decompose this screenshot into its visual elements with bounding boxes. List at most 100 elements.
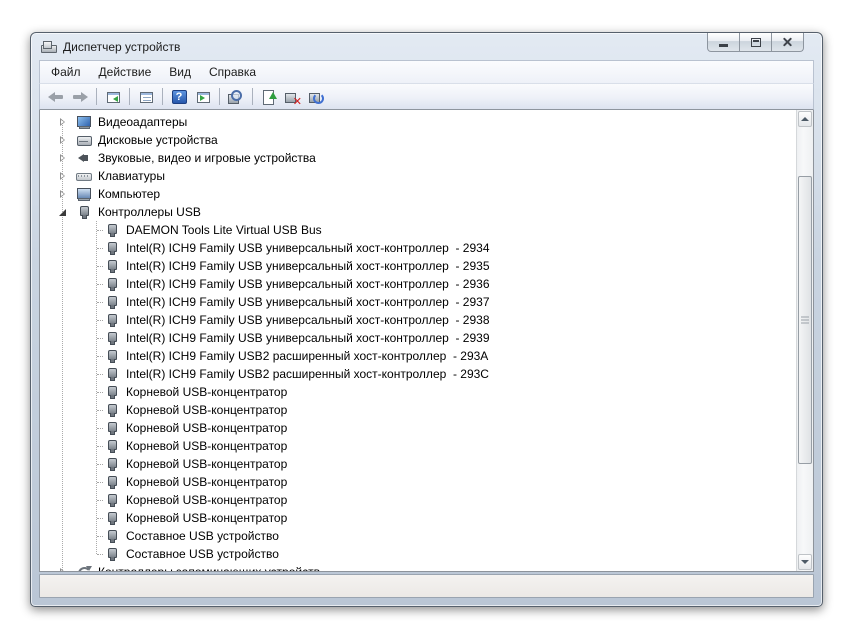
device-usb-composite-device[interactable]: Составное USB устройство xyxy=(40,527,813,545)
speaker-icon xyxy=(76,150,92,166)
window-client-area: ФайлДействиеВидСправка ? Видеоадаптеры Ди… xyxy=(39,60,814,606)
usb-device-icon xyxy=(104,312,120,328)
expander-collapsed-icon[interactable] xyxy=(56,187,70,201)
usb-device-icon xyxy=(104,330,120,346)
expander-collapsed-icon[interactable] xyxy=(56,565,70,571)
device-usb-root-hub[interactable]: Корневой USB-концентратор xyxy=(40,491,813,509)
device-tree: Видеоадаптеры Дисковые устройства Звуковые… xyxy=(40,113,813,572)
expander-collapsed-icon[interactable] xyxy=(56,133,70,147)
menu-item-action[interactable]: Действие xyxy=(90,61,161,83)
category-usb-controllers[interactable]: Контроллеры USB xyxy=(40,203,813,221)
tree-item-label: Intel(R) ICH9 Family USB универсальный х… xyxy=(126,313,490,327)
device-daemon-tools-virtual-usb-bus[interactable]: DAEMON Tools Lite Virtual USB Bus xyxy=(40,221,813,239)
maximize-button[interactable] xyxy=(739,33,772,52)
caption-buttons xyxy=(707,33,804,52)
vertical-scrollbar[interactable] xyxy=(796,110,813,571)
tree-item-label: Intel(R) ICH9 Family USB универсальный х… xyxy=(126,277,490,291)
device-usb-host-controller-2935[interactable]: Intel(R) ICH9 Family USB универсальный х… xyxy=(40,257,813,275)
category-disk-devices[interactable]: Дисковые устройства xyxy=(40,131,813,149)
device-usb-host-controller-2936[interactable]: Intel(R) ICH9 Family USB универсальный х… xyxy=(40,275,813,293)
device-usb-host-controller-2934[interactable]: Intel(R) ICH9 Family USB универсальный х… xyxy=(40,239,813,257)
device-usb-root-hub[interactable]: Корневой USB-концентратор xyxy=(40,473,813,491)
toolbar-separator xyxy=(162,88,163,105)
back-button[interactable] xyxy=(44,85,68,108)
window-title: Диспетчер устройств xyxy=(63,39,181,54)
status-bar xyxy=(39,574,814,598)
help-button[interactable]: ? xyxy=(167,85,191,108)
minimize-button[interactable] xyxy=(707,33,740,52)
menu-item-file[interactable]: Файл xyxy=(42,61,90,83)
device-usb2-host-controller-293C[interactable]: Intel(R) ICH9 Family USB2 расширенный хо… xyxy=(40,365,813,383)
category-computer[interactable]: Компьютер xyxy=(40,185,813,203)
usb-device-icon xyxy=(104,402,120,418)
usb-device-icon xyxy=(104,348,120,364)
expander-collapsed-icon[interactable] xyxy=(56,151,70,165)
category-video-adapters[interactable]: Видеоадаптеры xyxy=(40,113,813,131)
device-usb-root-hub[interactable]: Корневой USB-концентратор xyxy=(40,401,813,419)
scroll-up-button[interactable] xyxy=(798,111,812,127)
forward-button[interactable] xyxy=(68,85,92,108)
tree-item-label: Клавиатуры xyxy=(98,169,165,183)
usb-device-icon xyxy=(104,384,120,400)
storage-controller-icon xyxy=(76,564,92,571)
scan-devices-icon xyxy=(228,89,244,105)
export-list-button[interactable] xyxy=(191,85,215,108)
toolbar-separator xyxy=(129,88,130,105)
update-driver-button[interactable] xyxy=(257,85,281,108)
device-usb-host-controller-2939[interactable]: Intel(R) ICH9 Family USB универсальный х… xyxy=(40,329,813,347)
scroll-down-button[interactable] xyxy=(798,554,812,570)
usb-device-icon xyxy=(104,366,120,382)
expander-collapsed-icon[interactable] xyxy=(56,115,70,129)
scan-hardware-changes-icon xyxy=(309,89,325,105)
device-usb-root-hub[interactable]: Корневой USB-концентратор xyxy=(40,437,813,455)
minimize-icon xyxy=(719,44,728,47)
uninstall-device-icon xyxy=(285,89,302,107)
update-driver-icon xyxy=(261,89,277,105)
tree-item-label: Звуковые, видео и игровые устройства xyxy=(98,151,316,165)
usb-icon xyxy=(76,204,92,220)
menu-item-view[interactable]: Вид xyxy=(160,61,200,83)
category-storage-controllers[interactable]: Контроллеры запоминающих устройств xyxy=(40,563,813,572)
usb-device-icon xyxy=(104,420,120,436)
back-icon xyxy=(48,89,64,105)
scan-devices-button[interactable] xyxy=(224,85,248,108)
scan-hardware-changes-button[interactable] xyxy=(305,85,329,108)
help-icon: ? xyxy=(171,90,187,104)
device-usb-root-hub[interactable]: Корневой USB-концентратор xyxy=(40,509,813,527)
device-usb2-host-controller-293A[interactable]: Intel(R) ICH9 Family USB2 расширенный хо… xyxy=(40,347,813,365)
usb-device-icon xyxy=(104,240,120,256)
tree-item-label: Корневой USB-концентратор xyxy=(126,511,288,525)
device-usb-root-hub[interactable]: Корневой USB-концентратор xyxy=(40,383,813,401)
properties-button[interactable] xyxy=(134,85,158,108)
category-keyboards[interactable]: Клавиатуры xyxy=(40,167,813,185)
menu-bar: Файл Действие Вид Справка xyxy=(39,60,814,83)
close-icon xyxy=(782,37,793,48)
show-hide-console-tree-button[interactable] xyxy=(101,85,125,108)
title-bar[interactable]: Диспетчер устройств xyxy=(31,33,822,60)
keyboard-icon xyxy=(76,168,92,184)
close-button[interactable] xyxy=(771,33,804,52)
category-sound-video-game-devices[interactable]: Звуковые, видео и игровые устройства xyxy=(40,149,813,167)
device-usb-host-controller-2938[interactable]: Intel(R) ICH9 Family USB универсальный х… xyxy=(40,311,813,329)
device-usb-root-hub[interactable]: Корневой USB-концентратор xyxy=(40,419,813,437)
uninstall-device-button[interactable] xyxy=(281,85,305,108)
tree-item-label: Контроллеры запоминающих устройств xyxy=(98,565,320,572)
device-usb-root-hub[interactable]: Корневой USB-концентратор xyxy=(40,455,813,473)
tree-item-label: Intel(R) ICH9 Family USB универсальный х… xyxy=(126,331,490,345)
expander-expanded-icon[interactable] xyxy=(56,205,70,219)
tree-item-label: Контроллеры USB xyxy=(98,205,201,219)
tree-item-label: Intel(R) ICH9 Family USB универсальный х… xyxy=(126,241,490,255)
tree-item-label: Составное USB устройство xyxy=(126,547,279,561)
menu-item-help[interactable]: Справка xyxy=(200,61,265,83)
tree-item-label: Intel(R) ICH9 Family USB2 расширенный хо… xyxy=(126,349,489,363)
tree-item-label: Корневой USB-концентратор xyxy=(126,457,288,471)
toolbar: ? xyxy=(39,83,814,110)
tree-item-label: Составное USB устройство xyxy=(126,529,279,543)
device-usb-host-controller-2937[interactable]: Intel(R) ICH9 Family USB универсальный х… xyxy=(40,293,813,311)
device-usb-composite-device[interactable]: Составное USB устройство xyxy=(40,545,813,563)
scrollbar-thumb[interactable] xyxy=(798,176,812,464)
tree-item-label: Дисковые устройства xyxy=(98,133,218,147)
maximize-icon xyxy=(750,37,761,47)
expander-collapsed-icon[interactable] xyxy=(56,169,70,183)
usb-device-icon xyxy=(104,258,120,274)
